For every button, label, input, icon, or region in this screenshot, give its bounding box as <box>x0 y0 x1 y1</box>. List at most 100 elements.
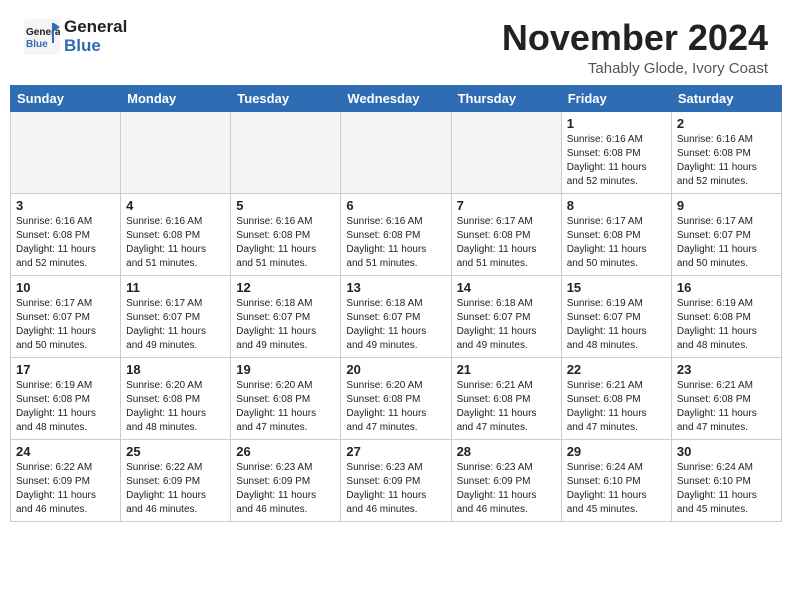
calendar-table: SundayMondayTuesdayWednesdayThursdayFrid… <box>10 85 782 522</box>
day-info: Sunrise: 6:20 AM Sunset: 6:08 PM Dayligh… <box>346 379 445 435</box>
day-number: 1 <box>567 116 666 131</box>
calendar-cell: 3 Sunrise: 6:16 AM Sunset: 6:08 PM Daylig… <box>11 193 121 275</box>
calendar-cell: 16 Sunrise: 6:19 AM Sunset: 6:08 PM Dayli… <box>671 275 781 357</box>
title-block: November 2024 Tahably Glode, Ivory Coast <box>502 18 768 77</box>
calendar-cell <box>451 111 561 193</box>
day-info: Sunrise: 6:17 AM Sunset: 6:08 PM Dayligh… <box>457 215 556 271</box>
calendar-cell: 1 Sunrise: 6:16 AM Sunset: 6:08 PM Daylig… <box>561 111 671 193</box>
day-info: Sunrise: 6:17 AM Sunset: 6:07 PM Dayligh… <box>126 297 225 353</box>
day-number: 6 <box>346 198 445 213</box>
calendar-cell: 25Sunrise: 6:22 AM Sunset: 6:09 PM Dayli… <box>121 439 231 521</box>
day-info: Sunrise: 6:23 AM Sunset: 6:09 PM Dayligh… <box>236 461 335 517</box>
weekday-header-saturday: Saturday <box>671 85 781 111</box>
calendar-week-row: 24 Sunrise: 6:22 AM Sunset: 6:09 PM Dayli… <box>11 439 782 521</box>
day-number: 10 <box>16 280 115 295</box>
calendar-cell: 28 Sunrise: 6:23 AM Sunset: 6:09 PM Dayli… <box>451 439 561 521</box>
weekday-header-wednesday: Wednesday <box>341 85 451 111</box>
day-info: Sunrise: 6:16 AM Sunset: 6:08 PM Dayligh… <box>236 215 335 271</box>
day-info: Sunrise: 6:21 AM Sunset: 6:08 PM Dayligh… <box>677 379 776 435</box>
day-number: 17 <box>16 362 115 377</box>
page: General Blue General Blue November 2024 … <box>0 0 792 612</box>
day-info: Sunrise: 6:18 AM Sunset: 6:07 PM Dayligh… <box>457 297 556 353</box>
location-subtitle: Tahably Glode, Ivory Coast <box>502 60 768 77</box>
day-number: 5 <box>236 198 335 213</box>
calendar-cell: 17 Sunrise: 6:19 AM Sunset: 6:08 PM Dayli… <box>11 357 121 439</box>
day-info: Sunrise: 6:18 AM Sunset: 6:07 PM Dayligh… <box>346 297 445 353</box>
calendar-cell: 14 Sunrise: 6:18 AM Sunset: 6:07 PM Dayli… <box>451 275 561 357</box>
logo: General Blue General Blue <box>24 18 127 55</box>
day-info: Sunrise: 6:16 AM Sunset: 6:08 PM Dayligh… <box>126 215 225 271</box>
day-number: 27 <box>346 444 445 459</box>
day-number: 29 <box>567 444 666 459</box>
calendar-cell: 29 Sunrise: 6:24 AM Sunset: 6:10 PM Dayli… <box>561 439 671 521</box>
calendar-cell: 21 Sunrise: 6:21 AM Sunset: 6:08 PM Dayli… <box>451 357 561 439</box>
weekday-header-friday: Friday <box>561 85 671 111</box>
calendar-cell: 12Sunrise: 6:18 AM Sunset: 6:07 PM Dayli… <box>231 275 341 357</box>
day-number: 13 <box>346 280 445 295</box>
calendar-cell: 24Sunrise: 6:22 AM Sunset: 6:09 PM Dayli… <box>11 439 121 521</box>
day-info: Sunrise: 6:24 AM Sunset: 6:10 PM Dayligh… <box>567 461 666 517</box>
day-info: Sunrise: 6:17 AM Sunset: 6:07 PM Dayligh… <box>16 297 115 353</box>
day-info: Sunrise: 6:24 AM Sunset: 6:10 PM Dayligh… <box>677 461 776 517</box>
day-number: 22 <box>567 362 666 377</box>
day-info: Sunrise: 6:20 AM Sunset: 6:08 PM Dayligh… <box>236 379 335 435</box>
calendar-cell: 15Sunrise: 6:19 AM Sunset: 6:07 PM Dayli… <box>561 275 671 357</box>
day-number: 7 <box>457 198 556 213</box>
calendar-cell <box>231 111 341 193</box>
day-number: 28 <box>457 444 556 459</box>
calendar-cell <box>121 111 231 193</box>
calendar-cell: 13 Sunrise: 6:18 AM Sunset: 6:07 PM Dayli… <box>341 275 451 357</box>
calendar-cell <box>341 111 451 193</box>
day-number: 4 <box>126 198 225 213</box>
weekday-header-row: SundayMondayTuesdayWednesdayThursdayFrid… <box>11 85 782 111</box>
day-info: Sunrise: 6:17 AM Sunset: 6:08 PM Dayligh… <box>567 215 666 271</box>
calendar-week-row: 10 Sunrise: 6:17 AM Sunset: 6:07 PM Dayli… <box>11 275 782 357</box>
day-number: 3 <box>16 198 115 213</box>
calendar-cell: 4 Sunrise: 6:16 AM Sunset: 6:08 PM Daylig… <box>121 193 231 275</box>
calendar-cell: 7 Sunrise: 6:17 AM Sunset: 6:08 PM Daylig… <box>451 193 561 275</box>
day-info: Sunrise: 6:16 AM Sunset: 6:08 PM Dayligh… <box>16 215 115 271</box>
day-number: 20 <box>346 362 445 377</box>
day-number: 11 <box>126 280 225 295</box>
day-info: Sunrise: 6:21 AM Sunset: 6:08 PM Dayligh… <box>457 379 556 435</box>
day-info: Sunrise: 6:17 AM Sunset: 6:07 PM Dayligh… <box>677 215 776 271</box>
calendar-cell: 9 Sunrise: 6:17 AM Sunset: 6:07 PM Daylig… <box>671 193 781 275</box>
day-number: 14 <box>457 280 556 295</box>
day-info: Sunrise: 6:16 AM Sunset: 6:08 PM Dayligh… <box>567 133 666 189</box>
weekday-header-monday: Monday <box>121 85 231 111</box>
day-number: 12 <box>236 280 335 295</box>
logo-blue-text: Blue <box>64 37 127 56</box>
logo-icon: General Blue <box>24 19 60 55</box>
calendar-week-row: 17 Sunrise: 6:19 AM Sunset: 6:08 PM Dayli… <box>11 357 782 439</box>
calendar-week-row: 1 Sunrise: 6:16 AM Sunset: 6:08 PM Daylig… <box>11 111 782 193</box>
calendar-cell: 10 Sunrise: 6:17 AM Sunset: 6:07 PM Dayli… <box>11 275 121 357</box>
day-number: 9 <box>677 198 776 213</box>
day-number: 21 <box>457 362 556 377</box>
calendar-cell: 23 Sunrise: 6:21 AM Sunset: 6:08 PM Dayli… <box>671 357 781 439</box>
day-info: Sunrise: 6:23 AM Sunset: 6:09 PM Dayligh… <box>457 461 556 517</box>
calendar-cell: 20 Sunrise: 6:20 AM Sunset: 6:08 PM Dayli… <box>341 357 451 439</box>
month-title: November 2024 <box>502 18 768 58</box>
calendar-cell: 26 Sunrise: 6:23 AM Sunset: 6:09 PM Dayli… <box>231 439 341 521</box>
day-number: 23 <box>677 362 776 377</box>
logo-text: General Blue <box>64 18 127 55</box>
weekday-header-tuesday: Tuesday <box>231 85 341 111</box>
logo-general-text: General <box>64 18 127 37</box>
day-number: 16 <box>677 280 776 295</box>
day-number: 8 <box>567 198 666 213</box>
calendar-cell <box>11 111 121 193</box>
weekday-header-sunday: Sunday <box>11 85 121 111</box>
day-info: Sunrise: 6:19 AM Sunset: 6:08 PM Dayligh… <box>16 379 115 435</box>
day-number: 2 <box>677 116 776 131</box>
day-info: Sunrise: 6:19 AM Sunset: 6:07 PM Dayligh… <box>567 297 666 353</box>
day-info: Sunrise: 6:16 AM Sunset: 6:08 PM Dayligh… <box>346 215 445 271</box>
header: General Blue General Blue November 2024 … <box>0 0 792 85</box>
day-info: Sunrise: 6:22 AM Sunset: 6:09 PM Dayligh… <box>126 461 225 517</box>
day-number: 26 <box>236 444 335 459</box>
day-info: Sunrise: 6:19 AM Sunset: 6:08 PM Dayligh… <box>677 297 776 353</box>
day-info: Sunrise: 6:23 AM Sunset: 6:09 PM Dayligh… <box>346 461 445 517</box>
day-number: 24 <box>16 444 115 459</box>
calendar-cell: 5 Sunrise: 6:16 AM Sunset: 6:08 PM Daylig… <box>231 193 341 275</box>
day-info: Sunrise: 6:16 AM Sunset: 6:08 PM Dayligh… <box>677 133 776 189</box>
calendar-cell: 11 Sunrise: 6:17 AM Sunset: 6:07 PM Dayli… <box>121 275 231 357</box>
